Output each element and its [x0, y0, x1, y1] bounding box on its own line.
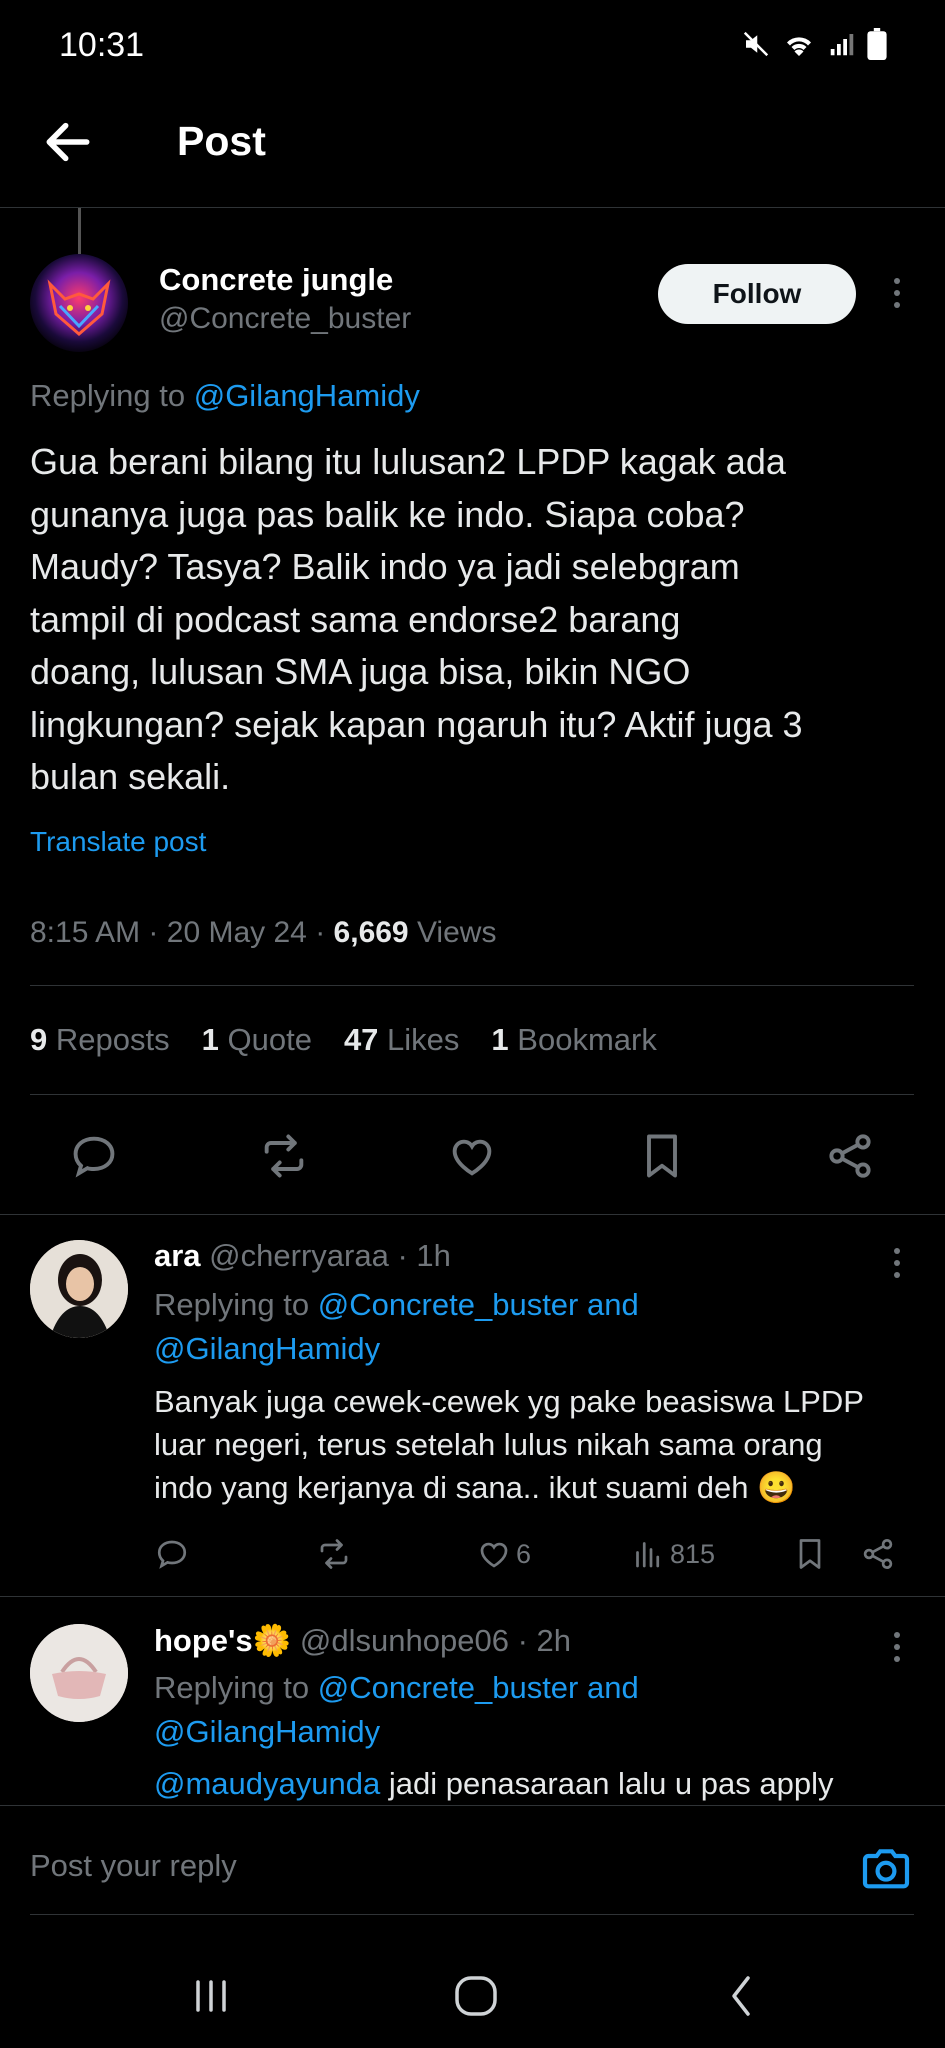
- status-time: 10:31: [59, 26, 145, 64]
- bookmarks-stat[interactable]: 1 Bookmark: [491, 1022, 656, 1058]
- system-back-icon[interactable]: [706, 1966, 776, 2026]
- replying-to-link[interactable]: @Concrete_buster and: [318, 1670, 639, 1705]
- share-icon[interactable]: [824, 1130, 876, 1182]
- views-button[interactable]: 815: [630, 1536, 715, 1572]
- replying-to: Replying to @GilangHamidy: [30, 378, 420, 414]
- views-label: Views: [416, 916, 497, 949]
- tweet-line: gunanya juga pas balik ke indo. Siapa co…: [30, 493, 745, 535]
- translate-post-link[interactable]: Translate post: [30, 826, 206, 858]
- replying-to-link[interactable]: @GilangHamidy: [194, 378, 420, 413]
- reply-age: 1h: [416, 1238, 451, 1273]
- handbag-photo-icon: [30, 1624, 128, 1722]
- like-icon[interactable]: [446, 1130, 498, 1182]
- tweet-text: Gua berani bilang itu lulusan2 LPDP kaga…: [30, 436, 920, 804]
- like-icon: [480, 1542, 508, 1568]
- recent-apps-icon[interactable]: [176, 1966, 246, 2026]
- more-options-icon[interactable]: [882, 278, 912, 308]
- replying-prefix: Replying to: [30, 378, 186, 413]
- reply-icon[interactable]: [154, 1536, 190, 1572]
- tweet-line: bulan sekali.: [30, 756, 231, 797]
- replying-to-link[interactable]: @GilangHamidy: [154, 1331, 380, 1367]
- tweet-line: doang, lulusan SMA juga bisa, bikin NGO: [30, 651, 691, 692]
- wolf-avatar-icon: [47, 279, 111, 336]
- reply-age: 2h: [536, 1623, 571, 1658]
- mention-link[interactable]: @maudyayunda: [154, 1766, 380, 1801]
- mute-icon: [743, 31, 769, 57]
- reply-text: Banyak juga cewek-cewek yg pake beasiswa…: [154, 1384, 864, 1505]
- avatar[interactable]: [30, 254, 128, 352]
- status-icons: [741, 28, 887, 60]
- reply-header: hope's🌼 @dlsunhope06 · 2h: [154, 1623, 571, 1658]
- header-divider: [0, 207, 945, 208]
- page-title: Post: [177, 118, 266, 164]
- tweet-line: Gua berani bilang itu lulusan2 LPDP kaga…: [30, 441, 786, 482]
- home-icon[interactable]: [441, 1966, 511, 2026]
- follow-button[interactable]: Follow: [658, 264, 856, 324]
- reply-icon[interactable]: [68, 1130, 120, 1182]
- divider: [0, 1214, 945, 1215]
- more-options-icon[interactable]: [882, 1248, 912, 1278]
- tweet-line: lingkungan? sejak kapan ngaruh itu? Akti…: [30, 703, 803, 745]
- replying-to-link[interactable]: @GilangHamidy: [154, 1714, 380, 1750]
- thread-line: [78, 208, 81, 254]
- author-name[interactable]: Concrete jungle: [159, 262, 393, 298]
- like-count: 6: [516, 1538, 532, 1569]
- reply-input[interactable]: [30, 1848, 810, 1884]
- engagement-stats: 9 Reposts 1 Quote 47 Likes 1 Bookmark: [30, 1022, 657, 1058]
- flower-emoji: 🌼: [252, 1623, 292, 1658]
- reply-author-name[interactable]: hope's: [154, 1623, 253, 1658]
- avatar[interactable]: [30, 1240, 128, 1338]
- analytics-icon: [636, 1542, 660, 1568]
- tweet-date: 20 May 24: [166, 916, 307, 949]
- replying-to-link[interactable]: @Concrete_buster and: [318, 1287, 639, 1322]
- reply-author-name[interactable]: ara: [154, 1238, 201, 1273]
- repost-icon[interactable]: [316, 1536, 352, 1572]
- quotes-stat[interactable]: 1 Quote: [202, 1022, 312, 1058]
- views-count: 815: [670, 1538, 716, 1569]
- bookmark-icon[interactable]: [636, 1130, 688, 1182]
- composer-divider: [0, 1805, 945, 1806]
- wifi-icon: [787, 37, 811, 56]
- divider: [0, 1596, 945, 1597]
- divider: [30, 985, 914, 986]
- composer-underline: [30, 1914, 914, 1915]
- divider: [30, 1094, 914, 1095]
- battery-icon: [867, 28, 887, 60]
- like-button[interactable]: 6: [476, 1536, 531, 1572]
- repost-icon[interactable]: [258, 1130, 310, 1182]
- reply-replying-to: Replying to @Concrete_buster and: [154, 1670, 639, 1705]
- reply-replying-to: Replying to @Concrete_buster and: [154, 1287, 639, 1322]
- reposts-stat[interactable]: 9 Reposts: [30, 1022, 170, 1058]
- tweet-meta: 8:15 AM · 20 May 24 · 6,669 Views: [30, 916, 497, 949]
- signal-icon: [830, 34, 854, 56]
- views-count: 6,669: [333, 916, 409, 949]
- avatar[interactable]: [30, 1624, 128, 1722]
- camera-icon[interactable]: [858, 1842, 914, 1898]
- reply-text: @maudyayunda jadi penasaraan lalu u pas …: [154, 1766, 834, 1801]
- share-icon[interactable]: [860, 1536, 896, 1572]
- tweet-line: Maudy? Tasya? Balik indo ya jadi selebgr…: [30, 546, 740, 587]
- profile-photo-icon: [30, 1240, 128, 1338]
- bookmark-icon[interactable]: [792, 1536, 828, 1572]
- likes-stat[interactable]: 47 Likes: [344, 1022, 459, 1058]
- more-options-icon[interactable]: [882, 1632, 912, 1662]
- author-handle[interactable]: @Concrete_buster: [159, 302, 411, 336]
- reply-author-handle[interactable]: @dlsunhope06: [300, 1623, 509, 1658]
- back-arrow-icon[interactable]: [40, 114, 96, 170]
- reply-header: ara @cherryaraa · 1h: [154, 1238, 451, 1273]
- tweet-line: tampil di podcast sama endorse2 barang: [30, 598, 681, 640]
- reply-author-handle[interactable]: @cherryaraa: [209, 1238, 389, 1273]
- tweet-time: 8:15 AM: [30, 916, 141, 949]
